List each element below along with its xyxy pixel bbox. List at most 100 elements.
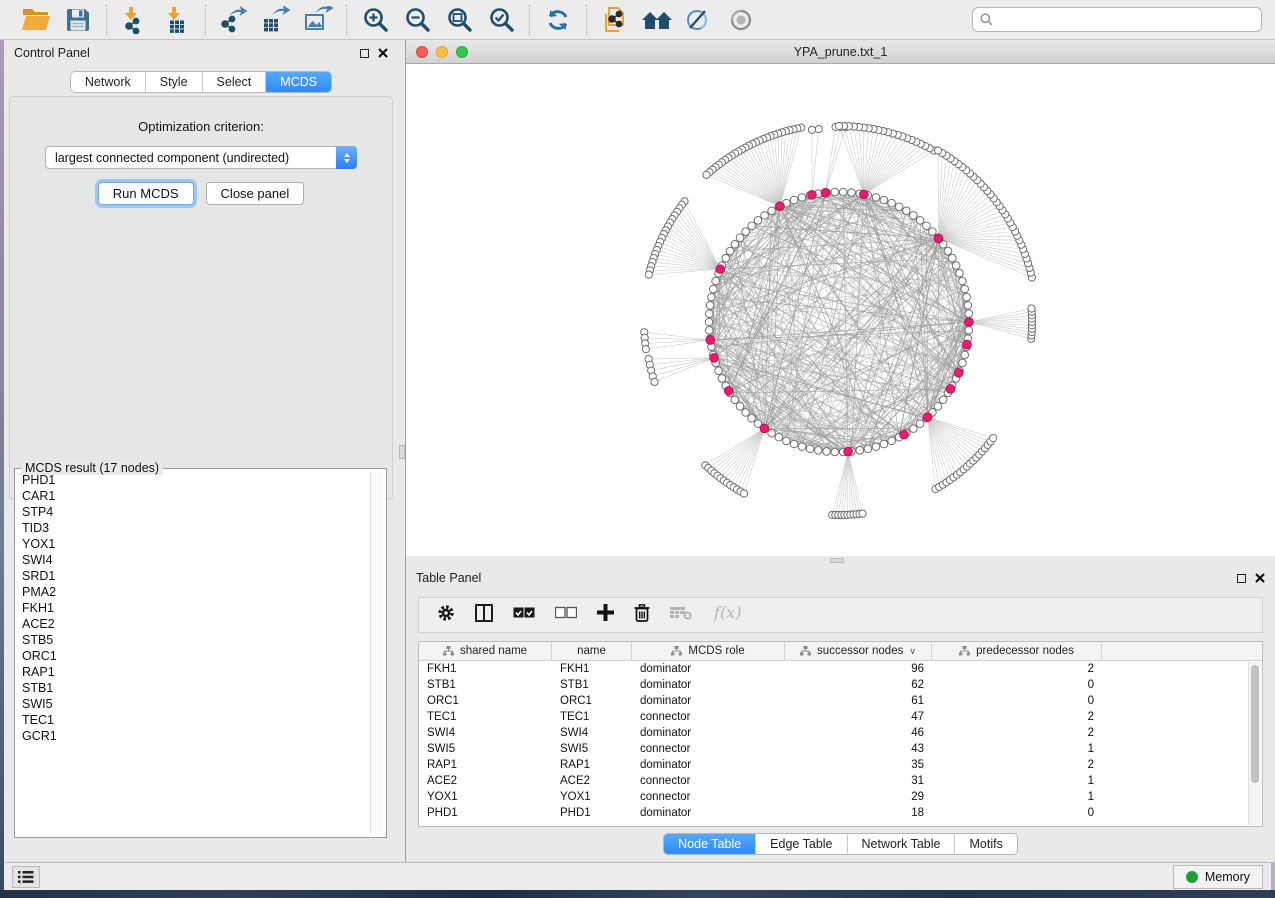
add-column-button[interactable] — [597, 604, 614, 626]
tab-mcds[interactable]: MCDS — [266, 72, 331, 92]
hide-details-button[interactable] — [681, 4, 717, 36]
function-button[interactable]: f(x) — [712, 602, 746, 629]
mcds-result-item[interactable]: TEC1 — [18, 712, 370, 728]
import-table-button[interactable] — [159, 4, 195, 36]
tab-select[interactable]: Select — [203, 72, 267, 92]
mcds-result-item[interactable]: FKH1 — [18, 600, 370, 616]
column-header-shared-name[interactable]: shared name — [419, 642, 552, 660]
list-icon — [18, 871, 34, 883]
zoom-in-button[interactable] — [357, 4, 393, 36]
table-cell: ACE2 — [419, 773, 552, 789]
mcds-result-item[interactable]: PHD1 — [18, 472, 370, 488]
horizontal-splitter[interactable] — [406, 556, 1275, 565]
float-window-icon[interactable] — [360, 49, 369, 58]
memory-label: Memory — [1205, 870, 1250, 884]
export-table-button[interactable] — [258, 4, 294, 36]
run-mcds-button[interactable]: Run MCDS — [98, 182, 194, 205]
tab-node-table[interactable]: Node Table — [664, 834, 756, 854]
vertical-splitter-handle[interactable] — [399, 445, 405, 459]
network-canvas[interactable] — [406, 64, 1275, 556]
mcds-result-list[interactable]: PHD1CAR1STP4TID3YOX1SWI4SRD1PMA2FKH1ACE2… — [18, 472, 370, 834]
home-button[interactable] — [639, 4, 675, 36]
select-all-button[interactable] — [513, 606, 535, 625]
task-history-button[interactable] — [12, 866, 40, 888]
table-cell: 46 — [785, 725, 932, 741]
export-network-button[interactable] — [216, 4, 252, 36]
table-cell: ACE2 — [552, 773, 632, 789]
mcds-result-item[interactable]: RAP1 — [18, 664, 370, 680]
save-session-button[interactable] — [60, 4, 96, 36]
deselect-all-icon — [555, 606, 577, 625]
mcds-result-item[interactable]: CAR1 — [18, 488, 370, 504]
table-scrollbar-thumb[interactable] — [1251, 665, 1259, 783]
column-header-successor-nodes[interactable]: successor nodes∨ — [785, 642, 932, 660]
attribute-icon — [800, 646, 811, 656]
column-label: shared name — [460, 645, 527, 657]
import-network-button[interactable] — [117, 4, 153, 36]
table-disabled-button[interactable] — [670, 606, 692, 625]
delete-column-button[interactable] — [634, 604, 650, 627]
table-row[interactable]: ORC1ORC1dominator610 — [419, 693, 1262, 709]
horizontal-splitter-handle[interactable] — [830, 558, 844, 563]
table-cell: RAP1 — [419, 757, 552, 773]
close-panel-button[interactable]: Close panel — [206, 182, 305, 205]
mcds-result-item[interactable]: TID3 — [18, 520, 370, 536]
mcds-result-item[interactable]: GCR1 — [18, 728, 370, 744]
column-header-predecessor-nodes[interactable]: predecessor nodes — [932, 642, 1102, 660]
columns-button[interactable] — [475, 604, 493, 627]
close-panel-icon[interactable] — [1255, 573, 1265, 583]
zoom-selected-button[interactable] — [483, 4, 519, 36]
mcds-result-item[interactable]: SRD1 — [18, 568, 370, 584]
tab-edge-table[interactable]: Edge Table — [756, 834, 847, 854]
mcds-result-item[interactable]: ORC1 — [18, 648, 370, 664]
table-row[interactable]: SWI4SWI4dominator462 — [419, 725, 1262, 741]
vertical-splitter[interactable] — [398, 40, 406, 862]
search-input[interactable] — [994, 10, 1261, 30]
mcds-result-item[interactable]: ACE2 — [18, 616, 370, 632]
table-row[interactable]: FKH1FKH1dominator962 — [419, 661, 1262, 677]
table-row[interactable]: RAP1RAP1dominator352 — [419, 757, 1262, 773]
deselect-all-button[interactable] — [555, 606, 577, 625]
table-row[interactable]: SWI5SWI5connector431 — [419, 741, 1262, 757]
mcds-result-scrollbar[interactable] — [370, 472, 383, 834]
share-document-button[interactable] — [597, 4, 633, 36]
float-window-icon[interactable] — [1237, 574, 1246, 583]
mcds-result-item[interactable]: STB5 — [18, 632, 370, 648]
criterion-dropdown[interactable]: largest connected component (undirected) — [45, 146, 357, 169]
tab-style[interactable]: Style — [146, 72, 203, 92]
table-scrollbar[interactable] — [1248, 662, 1261, 825]
mcds-result-item[interactable]: YOX1 — [18, 536, 370, 552]
table-row[interactable]: STB1STB1dominator620 — [419, 677, 1262, 693]
zoom-fit-button[interactable] — [441, 4, 477, 36]
table-row[interactable]: PHD1PHD1dominator180 — [419, 805, 1262, 821]
gear-button[interactable] — [437, 604, 455, 627]
mcds-result-item[interactable]: SWI5 — [18, 696, 370, 712]
search-box[interactable] — [972, 7, 1262, 32]
zoom-out-button[interactable] — [399, 4, 435, 36]
network-graph[interactable] — [406, 64, 1275, 556]
memory-button[interactable]: Memory — [1173, 865, 1263, 889]
mcds-result-item[interactable]: SWI4 — [18, 552, 370, 568]
tab-motifs[interactable]: Motifs — [955, 834, 1016, 854]
column-header-name[interactable]: name — [552, 642, 632, 660]
mcds-result-item[interactable]: STB1 — [18, 680, 370, 696]
close-panel-icon[interactable] — [378, 48, 388, 58]
table-row[interactable]: YOX1YOX1connector291 — [419, 789, 1262, 805]
refresh-button[interactable] — [540, 4, 576, 36]
svg-text:f(x): f(x) — [713, 603, 741, 622]
show-details-button[interactable] — [723, 4, 759, 36]
tab-network-table[interactable]: Network Table — [848, 834, 956, 854]
attribute-icon — [959, 646, 970, 656]
tab-network[interactable]: Network — [71, 72, 146, 92]
open-session-button[interactable] — [18, 4, 54, 36]
mcds-result-item[interactable]: PMA2 — [18, 584, 370, 600]
table-cell: connector — [632, 741, 785, 757]
network-titlebar[interactable]: YPA_prune.txt_1 — [406, 40, 1275, 64]
column-label: successor nodes — [817, 645, 903, 657]
table-row[interactable]: ACE2ACE2connector311 — [419, 773, 1262, 789]
column-header-MCDS-role[interactable]: MCDS role — [632, 642, 785, 660]
table-cell: 18 — [785, 805, 932, 821]
export-image-button[interactable] — [300, 4, 336, 36]
table-row[interactable]: TEC1TEC1connector472 — [419, 709, 1262, 725]
mcds-result-item[interactable]: STP4 — [18, 504, 370, 520]
